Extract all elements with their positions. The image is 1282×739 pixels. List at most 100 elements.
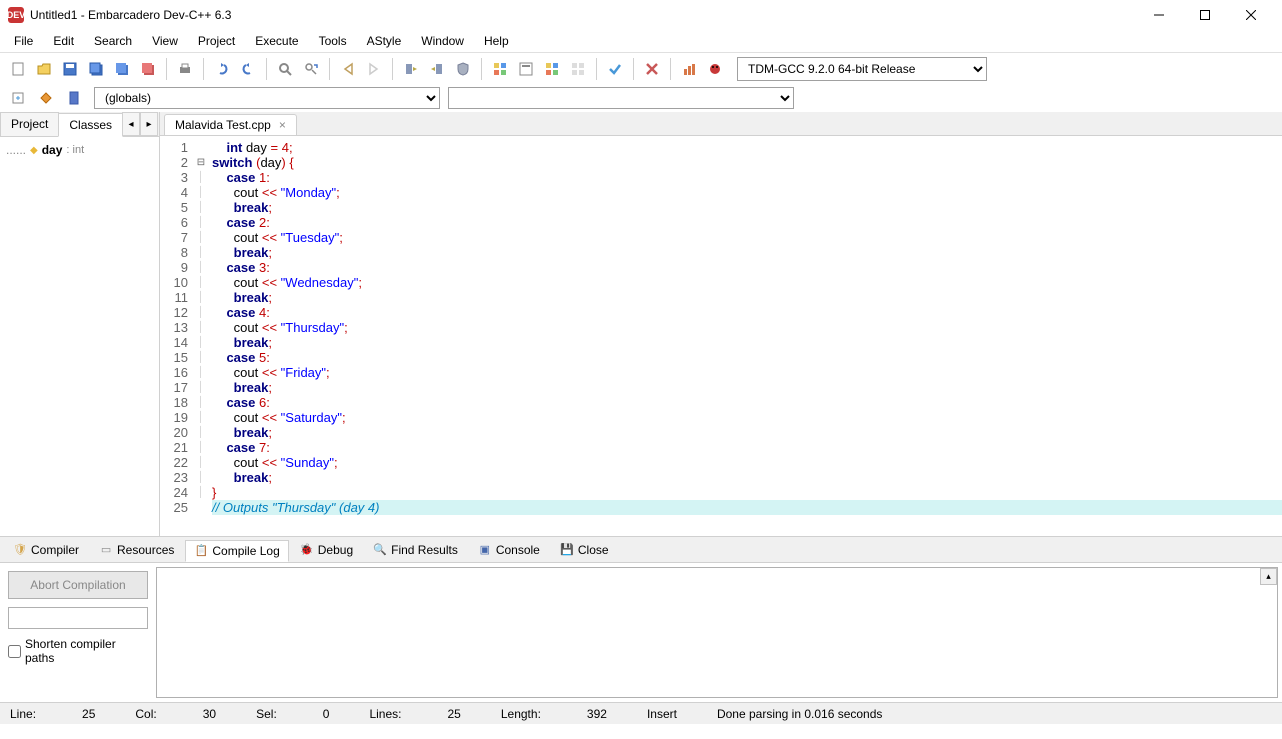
bookmark-button[interactable] [62,86,86,110]
resources-icon: ▭ [99,543,113,557]
debug-shield-button[interactable] [451,57,475,81]
file-tabs: Malavida Test.cpp × [160,112,1282,136]
close-button[interactable] [1228,0,1274,30]
tab-nav-left[interactable]: ◂ [122,112,140,136]
undo-button[interactable] [210,57,234,81]
toolbar: TDM-GCC 9.2.0 64-bit Release [0,52,1282,84]
compile-controls: Abort Compilation Shorten compiler paths [0,563,156,702]
menu-help[interactable]: Help [474,32,519,50]
menu-view[interactable]: View [142,32,188,50]
tree-item-day[interactable]: ...... ◆ day : int [6,143,153,157]
bottom-tab-label: Compiler [31,543,79,557]
file-tab-label: Malavida Test.cpp [175,118,271,132]
compiler-icon: 🛡 [13,543,27,557]
sb-insert: Insert [647,707,677,721]
find-button[interactable] [273,57,297,81]
save-as-button[interactable] [110,57,134,81]
window-title: Untitled1 - Embarcadero Dev-C++ 6.3 [30,8,1136,22]
code-editor[interactable]: 1234567891011121314151617181920212223242… [160,136,1282,536]
bottom-tab-close[interactable]: 💾Close [551,539,618,561]
shorten-paths-checkbox[interactable]: Shorten compiler paths [8,637,148,665]
save-all-button[interactable] [84,57,108,81]
compile-button[interactable] [488,57,512,81]
menu-search[interactable]: Search [84,32,142,50]
file-tab-close-icon[interactable]: × [279,118,286,132]
bottom-tab-resources[interactable]: ▭ Resources [90,539,183,561]
menu-execute[interactable]: Execute [245,32,308,50]
maximize-button[interactable] [1182,0,1228,30]
sb-lines-val: 25 [448,707,461,721]
menu-astyle[interactable]: AStyle [357,32,412,50]
debug-button[interactable] [703,57,727,81]
compile-run-button[interactable] [540,57,564,81]
redo-button[interactable] [236,57,260,81]
shorten-paths-input[interactable] [8,645,21,658]
clean-button[interactable] [640,57,664,81]
bottom-tab-label: Resources [117,543,174,557]
bottom-tab-debug[interactable]: 🐞Debug [291,539,362,561]
sb-line-label: Line: [10,707,36,721]
statusbar: Line: 25 Col: 30 Sel: 0 Lines: 25 Length… [0,702,1282,724]
back-button[interactable] [336,57,360,81]
bottom-tab-compile-log[interactable]: 📋 Compile Log [185,540,288,562]
close-file-button[interactable] [136,57,160,81]
scroll-up-icon[interactable]: ▴ [1260,568,1277,585]
console-icon: ▣ [478,543,492,557]
sb-length-label: Length: [501,707,541,721]
sb-sel-label: Sel: [256,707,277,721]
class-tree[interactable]: ...... ◆ day : int [0,137,159,163]
new-file-button[interactable] [6,57,30,81]
abort-compilation-button[interactable]: Abort Compilation [8,571,148,599]
sb-message: Done parsing in 0.016 seconds [717,707,882,721]
insert-button[interactable] [34,86,58,110]
profile-button[interactable] [677,57,701,81]
compile-log-icon: 📋 [194,544,208,558]
globals-select[interactable]: (globals) [94,87,440,109]
compile-input[interactable] [8,607,148,629]
print-button[interactable] [173,57,197,81]
app-icon: DEV [8,7,24,23]
sb-length-val: 392 [587,707,607,721]
bottom-tab-label: Find Results [391,543,458,557]
scope-select[interactable] [448,87,794,109]
find-results-icon: 🔍 [373,543,387,557]
replace-button[interactable] [299,57,323,81]
minimize-button[interactable] [1136,0,1182,30]
run-button[interactable] [514,57,538,81]
bottom-tabs: 🛡 Compiler ▭ Resources 📋 Compile Log 🐞Debug 🔍 Fi… [0,537,1282,563]
menu-window[interactable]: Window [411,32,474,50]
goto-bookmark-button[interactable] [399,57,423,81]
bottom-tab-find-results[interactable]: 🔍 Find Results [364,539,467,561]
fold-gutter[interactable]: ⊟││││││││││││││││││││││ [194,136,208,536]
syntax-check-button[interactable] [603,57,627,81]
var-name: day [42,143,63,157]
shorten-paths-label: Shorten compiler paths [25,637,148,665]
bottom-tab-compiler[interactable]: 🛡 Compiler [4,539,88,561]
open-button[interactable] [32,57,56,81]
bottom-tab-label: Compile Log [212,544,279,558]
tab-project[interactable]: Project [0,112,59,136]
sb-col-val: 30 [203,707,216,721]
menu-file[interactable]: File [4,32,43,50]
forward-button[interactable] [362,57,386,81]
rebuild-button[interactable] [566,57,590,81]
bottom-tab-console[interactable]: ▣Console [469,539,549,561]
compile-log[interactable]: ▴ [156,567,1278,698]
left-tabs: Project Classes ◂ ▸ [0,112,159,137]
code-body[interactable]: int day = 4;switch (day) { case 1: cout … [208,136,1282,536]
compiler-select[interactable]: TDM-GCC 9.2.0 64-bit Release [737,57,987,81]
new-class-button[interactable] [6,86,30,110]
save-button[interactable] [58,57,82,81]
file-tab[interactable]: Malavida Test.cpp × [164,114,297,135]
menu-edit[interactable]: Edit [43,32,84,50]
editor-area: Malavida Test.cpp × 12345678910111213141… [160,112,1282,536]
tab-classes[interactable]: Classes [58,113,123,137]
bottom-tab-label: Debug [318,543,353,557]
toggle-bookmark-button[interactable] [425,57,449,81]
tab-nav-right[interactable]: ▸ [140,112,158,136]
secondbar: (globals) [0,84,1282,112]
menu-tools[interactable]: Tools [309,32,357,50]
menu-project[interactable]: Project [188,32,245,50]
menubar: FileEditSearchViewProjectExecuteToolsASt… [0,30,1282,52]
left-panel: Project Classes ◂ ▸ ...... ◆ day : int [0,112,160,536]
